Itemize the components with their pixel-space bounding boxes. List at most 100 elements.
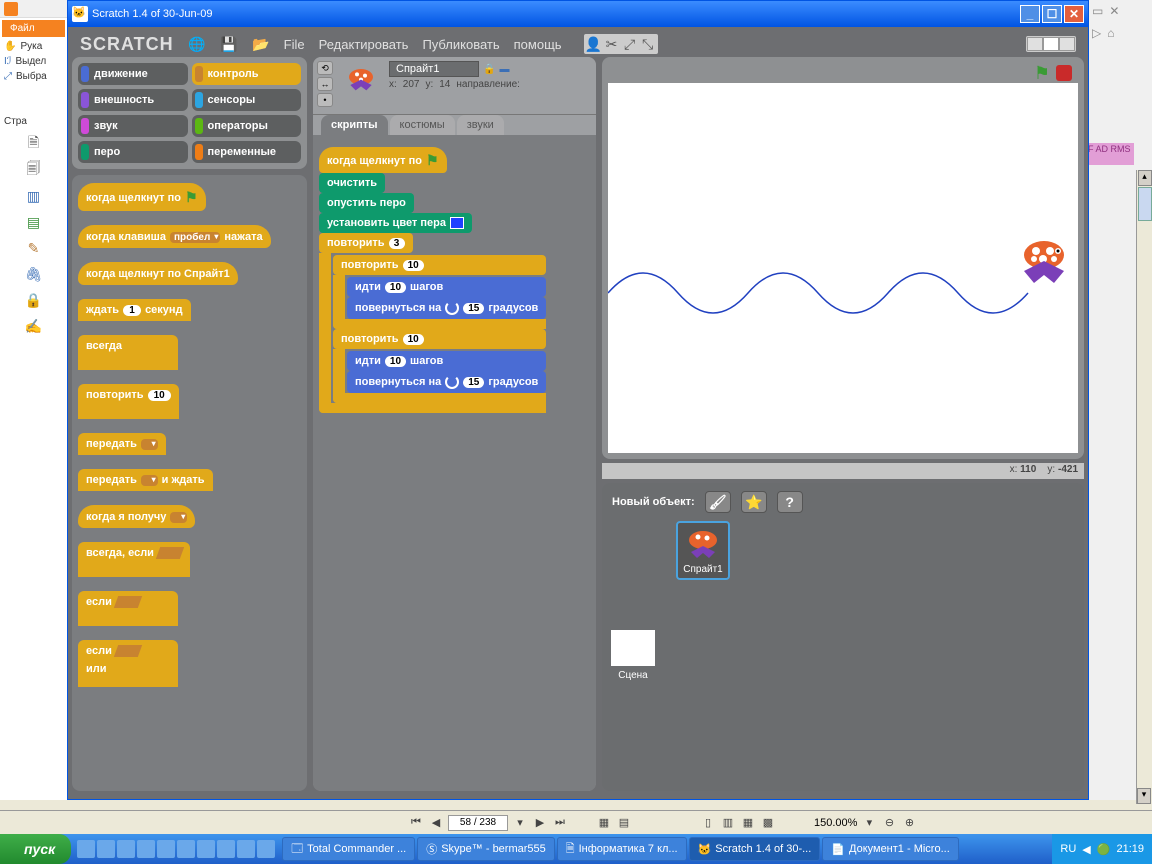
- layout-icon[interactable]: ▦: [740, 816, 756, 830]
- menu-file[interactable]: File: [284, 37, 305, 52]
- view-icon[interactable]: ▦: [596, 816, 612, 830]
- s-turn-r[interactable]: повернуться на 15 градусов: [347, 297, 546, 319]
- s-turn-l[interactable]: повернуться на 15 градусов: [347, 371, 546, 393]
- layout-icon[interactable]: ▩: [760, 816, 776, 830]
- script-stack[interactable]: когда щелкнут по ⚑ очистить опустить пер…: [319, 147, 546, 413]
- ql-icon[interactable]: [137, 840, 155, 858]
- toolbar-icon[interactable]: ✍: [23, 315, 45, 337]
- block-forever-if[interactable]: всегда, если: [78, 542, 190, 577]
- tab-costumes[interactable]: костюмы: [390, 115, 455, 135]
- stamp-icon[interactable]: 👤: [585, 35, 603, 53]
- s-set-color[interactable]: установить цвет пера: [319, 213, 472, 233]
- taskbar-task[interactable]: ⓈSkype™ - bermar555: [417, 837, 555, 861]
- script-canvas[interactable]: когда щелкнут по ⚑ очистить опустить пер…: [313, 135, 596, 791]
- block-when-flag[interactable]: когда щелкнут по ⚑: [78, 183, 206, 211]
- s-repeat-outer[interactable]: повторить 3: [319, 233, 413, 253]
- rotate-style-all[interactable]: ⟲: [317, 61, 333, 75]
- tool-pick[interactable]: ⤢Выбра: [0, 69, 67, 84]
- scroll-up-icon[interactable]: ▴: [1138, 170, 1152, 186]
- ql-icon[interactable]: [177, 840, 195, 858]
- tab-sounds[interactable]: звуки: [457, 115, 504, 135]
- stop-button[interactable]: [1056, 65, 1072, 81]
- category-motion[interactable]: движение: [78, 63, 188, 85]
- scroll-thumb[interactable]: [1138, 187, 1152, 221]
- nav-last[interactable]: ⏭: [552, 816, 568, 830]
- zoom-in[interactable]: ⊕: [901, 816, 917, 830]
- block-broadcast[interactable]: передать: [78, 433, 166, 455]
- tool-select[interactable]: IℐВыдел: [0, 54, 67, 69]
- taskbar-task[interactable]: 📄Документ1 - Micro...: [822, 837, 958, 861]
- nav-prev[interactable]: ◀: [428, 816, 444, 830]
- menu-share[interactable]: Публиковать: [422, 37, 499, 52]
- surprise-sprite[interactable]: ?: [777, 491, 803, 513]
- ql-icon[interactable]: [257, 840, 275, 858]
- shrink-icon[interactable]: ⤡: [639, 35, 657, 53]
- taskbar-task[interactable]: 🗔Total Commander ...: [282, 837, 415, 861]
- s-repeat1[interactable]: повторить 10: [333, 255, 546, 275]
- view-icon[interactable]: ▤: [616, 816, 632, 830]
- taskbar-task-active[interactable]: 🐱Scratch 1.4 of 30-...: [689, 837, 821, 861]
- tool-hand[interactable]: ✋Рука: [0, 39, 67, 54]
- block-forever[interactable]: всегда: [78, 335, 178, 370]
- lock-icon[interactable]: 🔒: [483, 64, 495, 75]
- close-button[interactable]: ✕: [1064, 5, 1084, 23]
- ql-icon[interactable]: [197, 840, 215, 858]
- stage-thumbnail[interactable]: Сцена: [608, 630, 658, 681]
- block-if[interactable]: если: [78, 591, 178, 626]
- block-when-sprite-clicked[interactable]: когда щелкнут по Спрайт1: [78, 262, 238, 285]
- zoom-out[interactable]: ⊖: [881, 816, 897, 830]
- sprite-name-field[interactable]: [389, 61, 479, 77]
- paint-new-sprite[interactable]: 🖌: [705, 491, 731, 513]
- toolbar-icon[interactable]: ▤: [23, 211, 45, 233]
- s-move1[interactable]: идти 10 шагов: [347, 277, 546, 297]
- category-variables[interactable]: переменные: [192, 141, 302, 163]
- save-icon[interactable]: 💾: [220, 35, 238, 53]
- sprite-list-item[interactable]: Спрайт1: [676, 521, 730, 580]
- minimize-button[interactable]: _: [1020, 5, 1040, 23]
- file-menu-button[interactable]: Файл: [2, 20, 65, 37]
- toolbar-icon[interactable]: 🗎: [23, 133, 45, 155]
- toolbar-icon[interactable]: 🔒: [23, 289, 45, 311]
- export-icon[interactable]: ▬: [499, 64, 509, 75]
- menu-help[interactable]: помощь: [514, 37, 562, 52]
- ql-icon[interactable]: [117, 840, 135, 858]
- layout-icon[interactable]: ▥: [720, 816, 736, 830]
- block-if-else[interactable]: если или: [78, 640, 178, 687]
- block-wait[interactable]: ждать 1 секунд: [78, 299, 191, 321]
- s-repeat2[interactable]: повторить 10: [333, 329, 546, 349]
- scroll-down-icon[interactable]: ▾: [1137, 788, 1151, 804]
- grow-icon[interactable]: ⤢: [621, 35, 639, 53]
- ql-icon[interactable]: [157, 840, 175, 858]
- system-tray[interactable]: RU ◀ 🟢 21:19: [1052, 834, 1152, 864]
- zoom-dropdown[interactable]: ▾: [861, 816, 877, 830]
- ql-icon[interactable]: [77, 840, 95, 858]
- layout-icon[interactable]: ▯: [700, 816, 716, 830]
- category-looks[interactable]: внешность: [78, 89, 188, 111]
- block-broadcast-wait[interactable]: передать и ждать: [78, 469, 213, 491]
- block-when-receive[interactable]: когда я получу: [78, 505, 195, 528]
- start-button[interactable]: пуск: [0, 834, 71, 864]
- rotate-style-none[interactable]: •: [317, 93, 333, 107]
- rotate-style-lr[interactable]: ↔: [317, 77, 333, 91]
- ql-icon[interactable]: [237, 840, 255, 858]
- open-icon[interactable]: 📂: [252, 35, 270, 53]
- nav-first[interactable]: ⏮: [408, 816, 424, 830]
- outer-vertical-scrollbar[interactable]: ▴ ▾: [1136, 170, 1152, 804]
- menu-edit[interactable]: Редактировать: [319, 37, 409, 52]
- green-flag-button[interactable]: ⚑: [1034, 63, 1050, 84]
- nav-dropdown[interactable]: ▾: [512, 816, 528, 830]
- s-move2[interactable]: идти 10 шагов: [347, 351, 546, 371]
- category-operators[interactable]: операторы: [192, 115, 302, 137]
- category-sound[interactable]: звук: [78, 115, 188, 137]
- toolbar-icon[interactable]: 🖇: [23, 263, 45, 285]
- view-mode-toggle[interactable]: [1026, 36, 1076, 52]
- taskbar-task[interactable]: 🗎Інформатика 7 кл...: [557, 837, 687, 861]
- nav-next[interactable]: ▶: [532, 816, 548, 830]
- category-control[interactable]: контроль: [192, 63, 302, 85]
- toolbar-icon[interactable]: ✎: [23, 237, 45, 259]
- category-pen[interactable]: перо: [78, 141, 188, 163]
- choose-sprite[interactable]: ⭐: [741, 491, 767, 513]
- s-when-flag[interactable]: когда щелкнут по ⚑: [319, 147, 447, 173]
- toolbar-icon[interactable]: 🗐: [23, 159, 45, 181]
- tray-icon[interactable]: 🟢: [1097, 843, 1111, 856]
